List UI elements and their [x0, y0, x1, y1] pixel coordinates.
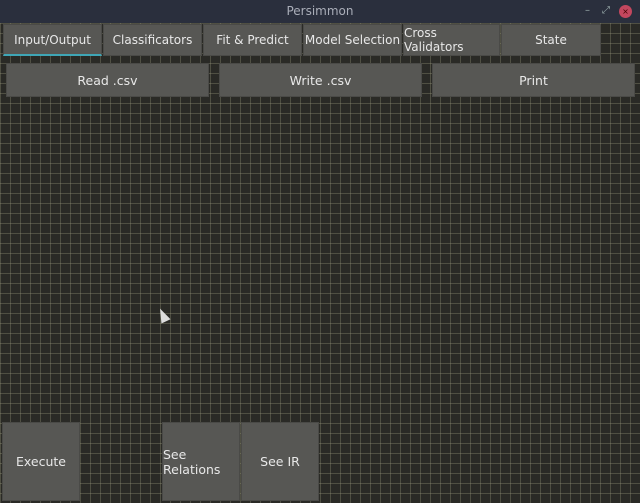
execute-button[interactable]: Execute: [2, 422, 80, 501]
print-button[interactable]: Print: [432, 63, 635, 97]
see-ir-button[interactable]: See IR: [241, 422, 319, 501]
see-relations-button[interactable]: See Relations: [162, 422, 240, 501]
close-icon[interactable]: ×: [619, 5, 632, 18]
tab-input-output[interactable]: Input/Output: [3, 24, 102, 56]
maximize-icon[interactable]: ⤢: [602, 5, 610, 17]
read-csv-button[interactable]: Read .csv: [6, 63, 209, 97]
tab-state[interactable]: State: [501, 24, 601, 56]
tab-fit-predict[interactable]: Fit & Predict: [203, 24, 302, 56]
write-csv-button[interactable]: Write .csv: [219, 63, 422, 97]
tab-cross-validators[interactable]: Cross Validators: [403, 24, 500, 56]
title-bar: Persimmon – ⤢ ×: [0, 0, 640, 23]
tab-classificators[interactable]: Classificators: [103, 24, 202, 56]
tab-model-selection[interactable]: Model Selection: [303, 24, 402, 56]
minimize-icon[interactable]: –: [585, 5, 590, 17]
window-title: Persimmon: [286, 4, 354, 18]
